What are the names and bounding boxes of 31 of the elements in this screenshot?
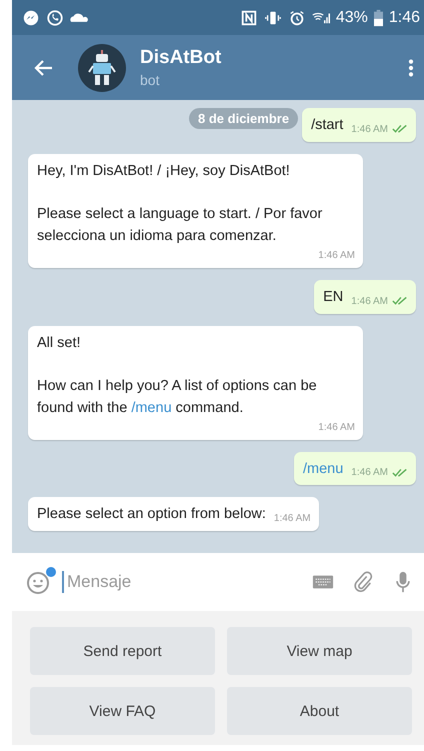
robot-avatar[interactable] xyxy=(78,44,126,92)
message-time: 1:46 AM xyxy=(318,248,355,263)
chat-bubble-icon xyxy=(22,8,40,26)
message-text: Hey, I'm DisAtBot! / ¡Hey, soy DisAtBot! Please select a language to start. / Por favor selecciona un idioma para comenzar. xyxy=(37,162,324,246)
message-text: All set! How can I help you? A list of options can be found with the /menu command. xyxy=(37,334,318,418)
battery-icon xyxy=(374,8,383,26)
battery-percent: 43% xyxy=(336,8,368,26)
message-time: 1:46 AM xyxy=(351,466,388,480)
clock-time: 1:46 xyxy=(388,8,420,26)
message-time: 1:46 AM xyxy=(351,122,388,137)
keyboard-button[interactable]: Send report xyxy=(30,627,215,675)
chat-title: DisAtBot xyxy=(140,47,222,69)
chat-subtitle: bot xyxy=(140,72,160,88)
keyboard-button[interactable]: View FAQ xyxy=(30,687,215,735)
nfc-icon xyxy=(240,8,258,26)
phone-bubble-icon xyxy=(46,8,64,26)
message-time: 1:46 AM xyxy=(274,512,311,526)
message-time: 1:46 AM xyxy=(351,294,388,308)
smiley-icon[interactable] xyxy=(26,569,52,595)
more-options-icon[interactable] xyxy=(408,56,414,78)
keyboard-button[interactable]: View map xyxy=(227,627,412,675)
vibrate-icon xyxy=(264,8,282,26)
message-time: 1:46 AM xyxy=(318,420,355,434)
cloud-icon xyxy=(70,12,88,22)
alarm-clock-icon xyxy=(288,8,306,26)
date-label: 8 de diciembre xyxy=(189,108,298,129)
paperclip-icon[interactable] xyxy=(352,571,374,593)
message-text: /start xyxy=(311,116,344,135)
message-text: Please select an option from below: xyxy=(37,505,266,524)
keyboard-button[interactable]: About xyxy=(227,687,412,735)
message-text: EN xyxy=(323,288,344,307)
